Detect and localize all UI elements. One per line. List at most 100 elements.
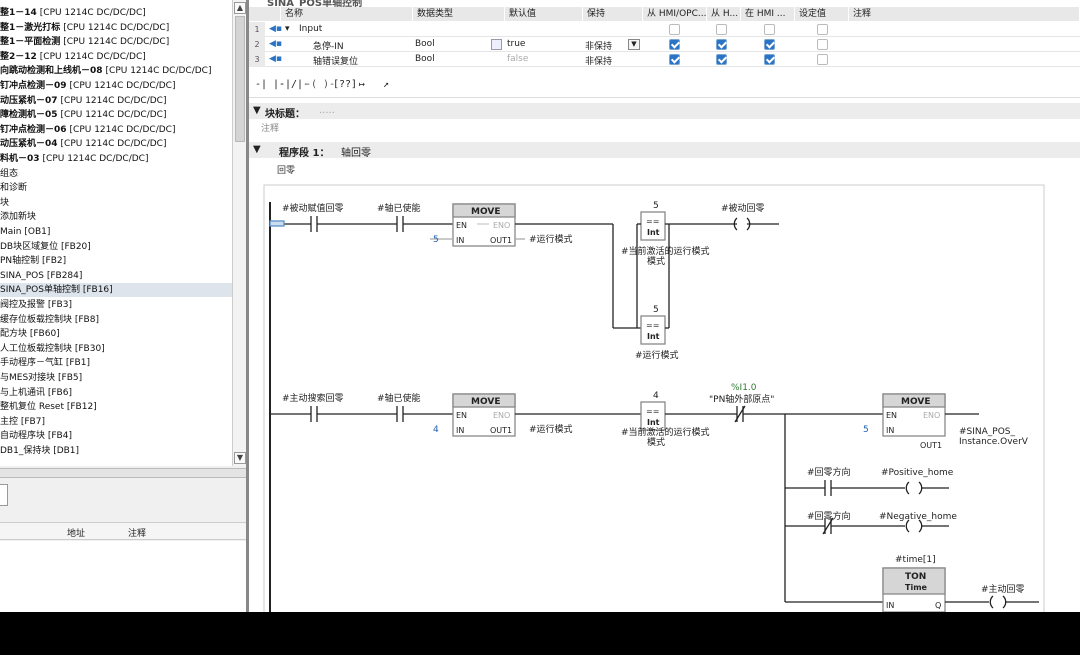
tree-block-item[interactable]: 整机复位 Reset [FB12] xyxy=(0,400,232,414)
type-picker-icon[interactable] xyxy=(491,39,502,50)
checkbox[interactable] xyxy=(669,39,680,50)
tree-device-item[interactable]: 动压紧机－07 [CPU 1214C DC/DC/DC] xyxy=(0,94,232,108)
tree-block-item[interactable]: PN轴控制 [FB2] xyxy=(0,254,232,268)
compare-value[interactable]: 4 xyxy=(653,391,659,401)
tree-device-item[interactable]: 钉冲点检测－09 [CPU 1214C DC/DC/DC] xyxy=(0,79,232,93)
block-title-bar[interactable]: ▼ 块标题： ..... xyxy=(249,103,1080,120)
scroll-down-icon[interactable]: ▼ xyxy=(234,452,246,464)
tree-block-item[interactable]: Main [OB1] xyxy=(0,225,232,239)
header-in-hmi[interactable]: 在 HMI ... xyxy=(741,7,795,21)
contact-label[interactable]: #回零方向 xyxy=(807,466,851,478)
details-view-tab[interactable] xyxy=(0,484,8,506)
tree-block-item[interactable]: 缓存位板载控制块 [FB8] xyxy=(0,313,232,327)
tree-block-item[interactable]: 与上机通讯 [FB6] xyxy=(0,386,232,400)
compare-type[interactable]: Int xyxy=(647,332,660,341)
scroll-up-icon[interactable]: ▲ xyxy=(234,2,246,14)
timer-type[interactable]: Time xyxy=(905,583,928,592)
network-title-bar[interactable]: ▼ 程序段 1： 轴回零 xyxy=(249,142,1080,159)
tree-block-item[interactable]: 手动程序－气缸 [FB1] xyxy=(0,356,232,370)
interface-row[interactable]: 2 ◀▪ 急停-IN Bool true 非保持 ▼ xyxy=(249,37,1080,52)
row-name[interactable]: 急停-IN xyxy=(313,39,344,52)
compare-var[interactable]: #当前激活的运行模式 xyxy=(621,245,710,257)
tree-scrollbar[interactable]: ▲ ▼ xyxy=(232,0,246,466)
checkbox[interactable] xyxy=(716,54,727,65)
checkbox[interactable] xyxy=(764,24,775,35)
tree-device-item[interactable]: 向跳动检测和上线机－08 [CPU 1214C DC/DC/DC] xyxy=(0,64,232,78)
tree-block-item[interactable]: SINA_POS [FB284] xyxy=(0,269,232,283)
timer-title[interactable]: TON xyxy=(905,572,926,582)
timer-instance[interactable]: #time[1] xyxy=(895,555,936,565)
tree-block-item[interactable]: 组态 xyxy=(0,167,232,181)
compare-value[interactable]: 5 xyxy=(653,305,659,315)
tree-block-item[interactable]: 人工位板载控制块 [FB30] xyxy=(0,342,232,356)
contact-label[interactable]: #回零方向 xyxy=(807,510,851,522)
move-out-var[interactable]: #运行模式 xyxy=(529,233,573,245)
tree-block-item[interactable]: 添加新块 xyxy=(0,210,232,224)
coil-label[interactable]: #主动回零 xyxy=(981,583,1025,595)
coil-label[interactable]: #Positive_home xyxy=(881,468,954,478)
tree-block-item[interactable]: SINA_POS单轴控制 [FB16] xyxy=(0,283,232,298)
move-out-var[interactable]: #运行模式 xyxy=(529,423,573,435)
open-branch-button[interactable]: ↦ xyxy=(359,79,365,93)
row-default[interactable]: false xyxy=(507,54,528,64)
tree-block-item[interactable]: 主控 [FB7] xyxy=(0,415,232,429)
contact-label[interactable]: #被动赋值回零 xyxy=(282,202,344,214)
tree-block-item[interactable]: 配方块 [FB60] xyxy=(0,327,232,341)
tree-device-item[interactable]: 障检测机－05 [CPU 1214C DC/DC/DC] xyxy=(0,108,232,122)
checkbox[interactable] xyxy=(817,54,828,65)
move-block-title[interactable]: MOVE xyxy=(901,397,930,407)
tree-device-item[interactable]: 整1－平面检测 [CPU 1214C DC/DC/DC] xyxy=(0,35,232,49)
tree-device-item[interactable]: 整1－14 [CPU 1214C DC/DC/DC] xyxy=(0,6,232,20)
move-block-title[interactable]: MOVE xyxy=(471,207,500,217)
collapse-icon[interactable]: ▼ xyxy=(253,105,261,116)
coil-label[interactable]: #被动回零 xyxy=(721,202,765,214)
tree-device-item[interactable]: 钉冲点检测－06 [CPU 1214C DC/DC/DC] xyxy=(0,123,232,137)
expand-icon[interactable]: ▾ xyxy=(285,24,290,34)
compare-var[interactable]: #当前激活的运行模式 xyxy=(621,426,710,438)
header-default[interactable]: 默认值 xyxy=(505,7,583,21)
coil-label[interactable]: #Negative_home xyxy=(879,512,957,522)
row-name[interactable]: 轴错误复位 xyxy=(313,54,358,67)
tree-block-item[interactable]: 阀控及报警 [FB3] xyxy=(0,298,232,312)
move-block-title[interactable]: MOVE xyxy=(471,397,500,407)
compare-type[interactable]: Int xyxy=(647,418,660,427)
io-tag[interactable]: "PN轴外部原点" xyxy=(709,393,774,405)
io-address[interactable]: %I1.0 xyxy=(731,383,757,393)
checkbox[interactable] xyxy=(716,39,727,50)
tree-block-item[interactable]: 块 xyxy=(0,196,232,210)
tree-device-item[interactable]: 整1－激光打标 [CPU 1214C DC/DC/DC] xyxy=(0,21,232,35)
empty-box-button[interactable]: [??] xyxy=(333,79,357,93)
tree-block-item[interactable]: 与MES对接块 [FB5] xyxy=(0,371,232,385)
tree-device-item[interactable]: 动压紧机－04 [CPU 1214C DC/DC/DC] xyxy=(0,137,232,151)
compare-type[interactable]: Int xyxy=(647,228,660,237)
row-type[interactable]: Bool xyxy=(415,54,435,64)
tree-block-item[interactable]: 自动程序块 [FB4] xyxy=(0,429,232,443)
contact-label[interactable]: #主动搜索回零 xyxy=(282,392,344,404)
retain-dropdown-icon[interactable]: ▼ xyxy=(628,39,640,50)
compare-value[interactable]: 5 xyxy=(653,201,659,211)
checkbox[interactable] xyxy=(716,24,727,35)
compare-var[interactable]: #运行模式 xyxy=(635,349,679,361)
move-in-value[interactable]: 5 xyxy=(863,425,869,435)
move-out-var[interactable]: #SINA_POS_ xyxy=(959,427,1016,437)
checkbox[interactable] xyxy=(669,54,680,65)
scroll-thumb[interactable] xyxy=(235,16,245,142)
col-comment[interactable]: 注释 xyxy=(128,526,146,539)
header-datatype[interactable]: 数据类型 xyxy=(413,7,505,21)
collapse-icon[interactable]: ▼ xyxy=(253,144,261,155)
row-name[interactable]: Input xyxy=(299,24,322,34)
move-out-var-suffix[interactable]: Instance.OverV xyxy=(959,437,1029,447)
coil-button[interactable]: -( )- xyxy=(305,79,335,93)
tree-block-item[interactable]: DB1_保持块 [DB1] xyxy=(0,444,232,458)
tree-device-item[interactable]: 料机－03 [CPU 1214C DC/DC/DC] xyxy=(0,152,232,166)
checkbox[interactable] xyxy=(764,54,775,65)
header-comment[interactable]: 注释 xyxy=(849,7,1080,21)
checkbox[interactable] xyxy=(764,39,775,50)
tree-device-item[interactable]: 整2－12 [CPU 1214C DC/DC/DC] xyxy=(0,50,232,64)
row-type[interactable]: Bool xyxy=(415,39,435,49)
move-in-value[interactable]: 4 xyxy=(433,425,439,435)
col-address[interactable]: 地址 xyxy=(67,526,85,539)
header-retain[interactable]: 保持 xyxy=(583,7,643,21)
interface-row[interactable]: 1 ◀▪ ▾ Input xyxy=(249,22,1080,37)
header-from-h[interactable]: 从 H... xyxy=(707,7,741,21)
